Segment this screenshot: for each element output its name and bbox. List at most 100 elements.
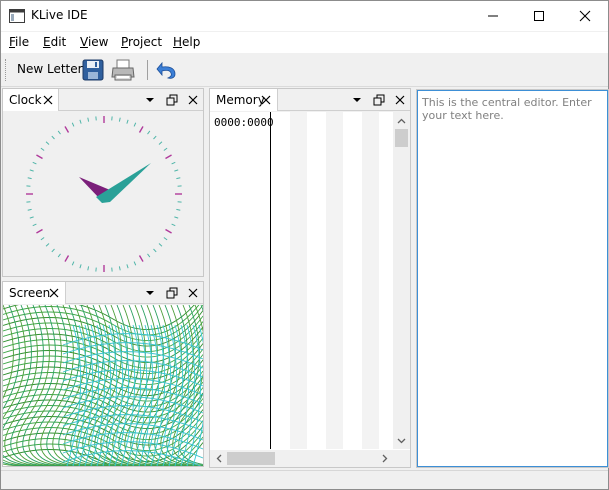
close-icon[interactable] — [259, 93, 273, 107]
screen-panel-header: Screen — [3, 282, 203, 304]
undo-icon[interactable] — [153, 57, 179, 83]
clock-minute-tick — [40, 147, 45, 151]
central-editor[interactable]: This is the central editor. Enter your t… — [416, 89, 609, 468]
maximize-button[interactable] — [516, 1, 562, 31]
analog-clock — [26, 116, 182, 272]
tab-screen[interactable]: Screen — [3, 282, 66, 304]
clock-minute-tick — [79, 264, 82, 269]
menu-help-label: elp — [182, 35, 201, 49]
clock-minute-tick — [163, 237, 168, 241]
clock-minute-tick — [147, 253, 151, 258]
app-window: KLive IDE File Edit View Project Help Ne… — [0, 0, 609, 490]
clock-minute-tick — [153, 248, 157, 253]
clock-minute-tick — [171, 161, 176, 165]
clock-minute-tick — [29, 169, 34, 172]
clock-minute-tick — [158, 243, 163, 247]
clock-minute-tick — [126, 264, 129, 269]
clock-minute-tick — [71, 122, 75, 127]
clock-minute-tick — [57, 130, 61, 135]
clock-minute-tick — [163, 147, 168, 151]
screen-panel: Screen — [2, 281, 204, 467]
memory-horizontal-scrollbar[interactable] — [210, 450, 410, 467]
horizontal-scroll-thumb[interactable] — [227, 452, 275, 465]
clock-minute-hand — [96, 163, 151, 203]
dropdown-arrow-icon[interactable] — [350, 93, 364, 107]
scroll-right-button[interactable] — [376, 450, 393, 467]
save-icon[interactable] — [80, 57, 106, 83]
clock-hour-tick — [138, 255, 144, 262]
close-icon[interactable] — [47, 286, 61, 300]
clock-minute-tick — [174, 169, 179, 172]
float-window-icon[interactable] — [165, 286, 179, 300]
float-window-icon[interactable] — [372, 93, 386, 107]
title-bar[interactable]: KLive IDE — [1, 1, 608, 31]
clock-minute-tick — [118, 117, 121, 122]
clock-minute-tick — [27, 208, 32, 211]
chevron-right-icon — [382, 454, 387, 463]
dropdown-arrow-icon[interactable] — [143, 93, 157, 107]
clock-minute-tick — [71, 261, 75, 266]
menu-file[interactable]: File — [9, 35, 29, 49]
clock-minute-tick — [133, 261, 137, 266]
tab-memory[interactable]: Memory — [210, 89, 278, 111]
screen-body — [3, 305, 203, 466]
close-icon — [579, 10, 591, 22]
menu-edit[interactable]: Edit — [43, 35, 66, 49]
clock-minute-tick — [147, 130, 151, 135]
float-window-icon[interactable] — [165, 93, 179, 107]
scroll-up-button[interactable] — [393, 112, 410, 129]
clock-minute-tick — [32, 223, 37, 227]
screen-tab-label: Screen — [9, 286, 51, 300]
close-icon[interactable] — [186, 93, 200, 107]
memory-column — [326, 112, 343, 449]
clock-minute-tick — [51, 248, 55, 253]
clock-hour-tick — [64, 255, 70, 262]
chevron-left-icon — [216, 454, 221, 463]
menu-help[interactable]: Help — [173, 35, 200, 49]
close-icon[interactable] — [186, 286, 200, 300]
memory-divider — [270, 112, 271, 449]
memory-panel: Memory 0000:0000 — [209, 88, 411, 468]
vertical-scroll-thumb[interactable] — [395, 129, 408, 147]
toolbar-grip[interactable] — [5, 59, 7, 81]
app-icon — [9, 9, 25, 23]
memory-column — [290, 112, 307, 449]
status-bar — [1, 470, 608, 489]
clock-hour-tick — [36, 228, 43, 234]
editor-text[interactable]: This is the central editor. Enter your t… — [422, 96, 604, 122]
clock-minute-tick — [32, 161, 37, 165]
close-button[interactable] — [562, 1, 608, 31]
clock-minute-tick — [176, 177, 181, 180]
scroll-down-button[interactable] — [393, 432, 410, 449]
dropdown-arrow-icon[interactable] — [143, 286, 157, 300]
clock-minute-tick — [158, 141, 163, 145]
scroll-left-button[interactable] — [210, 450, 227, 467]
clock-hour-tick — [165, 228, 172, 234]
memory-panel-header: Memory — [210, 89, 410, 111]
clock-tab-label: Clock — [9, 93, 42, 107]
clock-hour-tick — [165, 154, 172, 160]
clock-minute-tick — [176, 208, 181, 211]
close-icon[interactable] — [41, 93, 55, 107]
clock-minute-tick — [29, 216, 34, 219]
chevron-down-icon — [397, 438, 406, 443]
print-icon[interactable] — [110, 57, 136, 83]
clock-hour-tick — [138, 126, 144, 133]
clock-minute-tick — [51, 135, 55, 140]
menu-project-label: roject — [128, 35, 163, 49]
tab-clock[interactable]: Clock — [3, 89, 59, 111]
menu-view-label: iew — [87, 35, 109, 49]
memory-address: 0000:0000 — [214, 116, 274, 129]
menu-project[interactable]: Project — [121, 35, 162, 49]
clock-panel: Clock — [2, 88, 204, 277]
menu-bar: File Edit View Project Help — [1, 32, 608, 53]
menu-file-label: ile — [15, 35, 30, 49]
menu-project-mnemonic: P — [121, 35, 129, 49]
clock-minute-tick — [40, 237, 45, 241]
minimize-button[interactable] — [470, 1, 516, 31]
new-letter-button[interactable]: New Letter — [13, 58, 87, 82]
menu-view[interactable]: View — [80, 35, 108, 49]
memory-column — [362, 112, 379, 449]
memory-vertical-scrollbar[interactable] — [393, 112, 410, 449]
close-icon[interactable] — [393, 93, 407, 107]
